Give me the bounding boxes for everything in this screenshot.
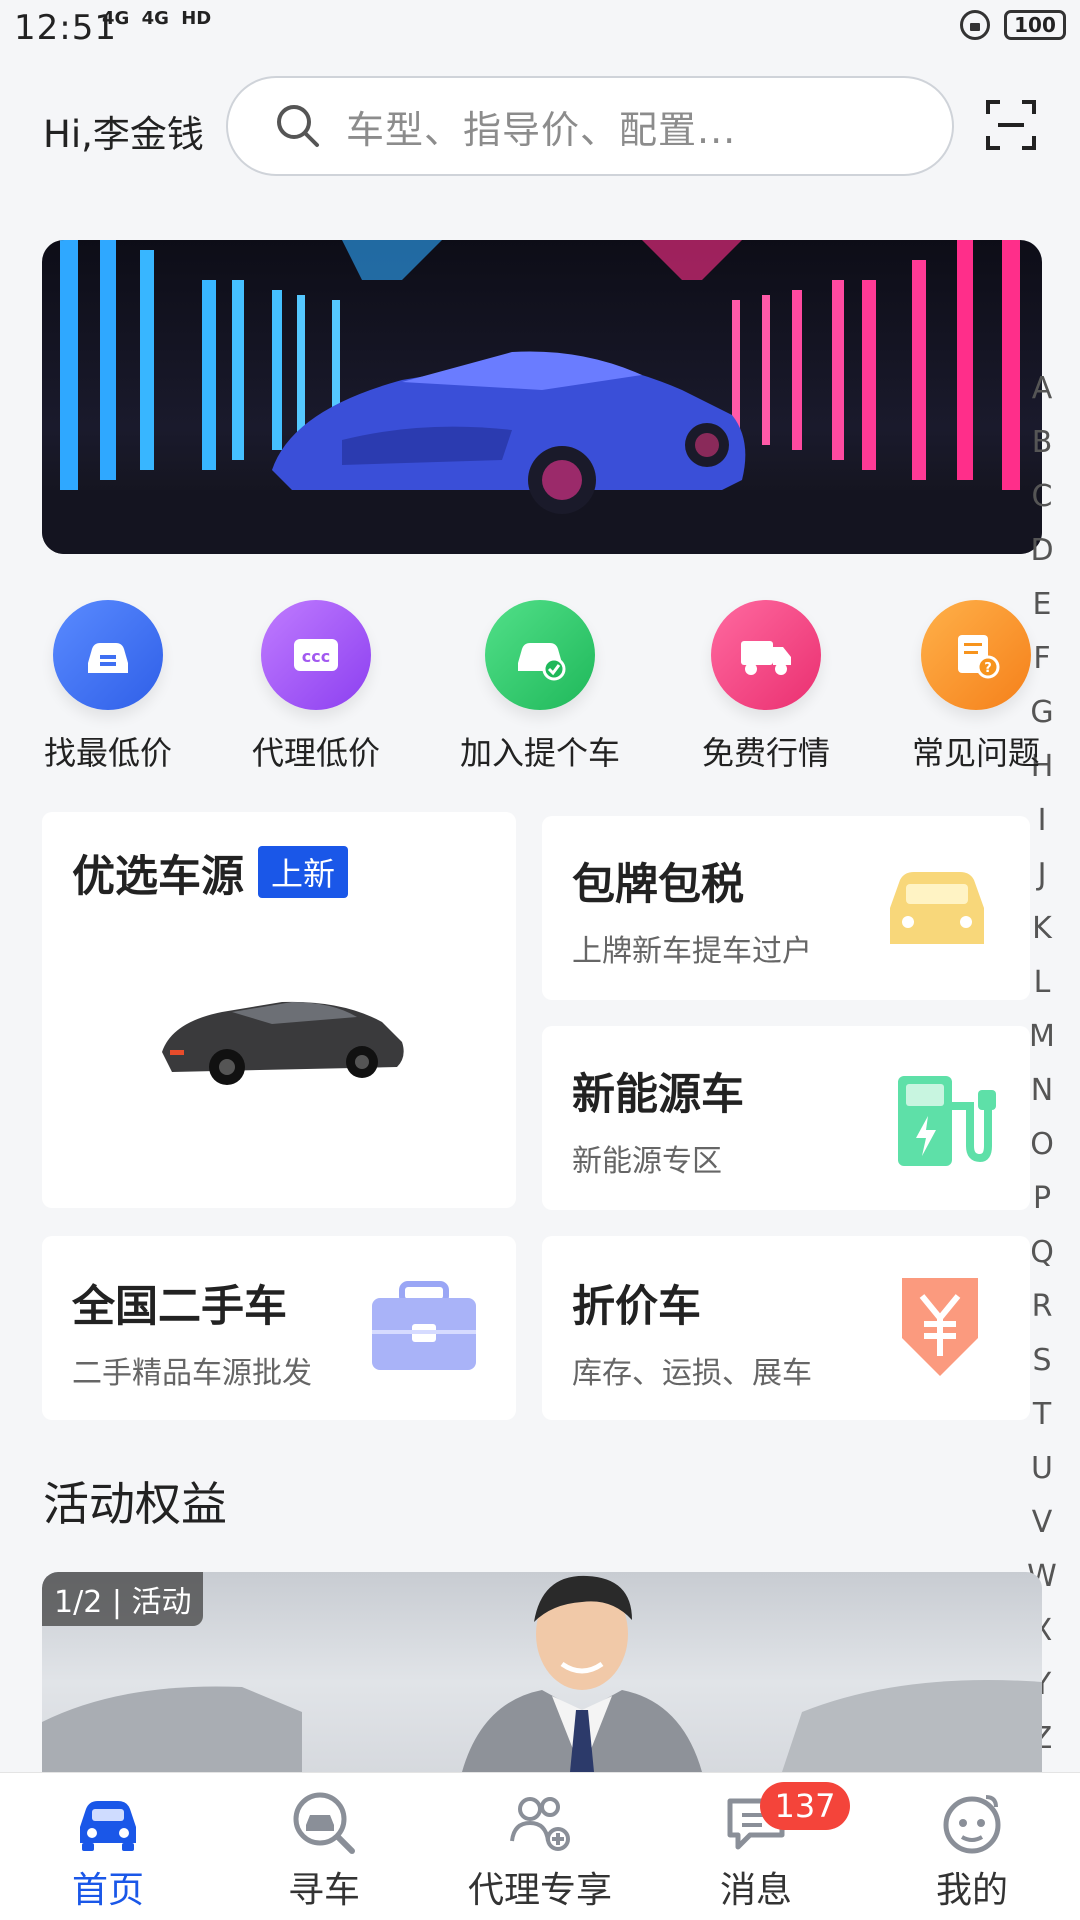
- nav-label: 首页: [71, 1870, 144, 1911]
- quick-agent-low-price[interactable]: ccc 代理低价: [216, 600, 416, 774]
- svg-text:?: ?: [984, 661, 992, 676]
- nav-label: 消息: [719, 1870, 792, 1911]
- profile-face-icon: [943, 1795, 1001, 1854]
- plate-card-title: 包牌包税: [572, 860, 744, 910]
- featured-card-title: 优选车源: [72, 852, 244, 902]
- quick-label: 找最低价: [43, 734, 172, 772]
- car-tag-icon: [53, 600, 163, 710]
- quick-label: 常见问题: [911, 734, 1040, 772]
- quick-find-lowest-price[interactable]: 找最低价: [8, 600, 208, 774]
- battery-indicator: 100: [1004, 10, 1066, 40]
- charging-station-icon: [898, 1076, 996, 1166]
- used-card-subtitle: 二手精品车源批发: [72, 1356, 312, 1391]
- alpha-letter[interactable]: V: [1024, 1496, 1060, 1550]
- ev-card-title: 新能源车: [572, 1070, 744, 1120]
- promo-banner[interactable]: [42, 240, 1042, 554]
- activity-page-tag: 1/2 | 活动: [42, 1572, 204, 1626]
- quick-label: 免费行情: [701, 734, 830, 772]
- alpha-letter[interactable]: U: [1024, 1442, 1060, 1496]
- rotation-lock-icon: [960, 10, 990, 40]
- quick-label: 加入提个车: [459, 734, 620, 772]
- quick-join-pickup[interactable]: 加入提个车: [440, 600, 640, 774]
- message-count-badge: 137: [760, 1782, 850, 1830]
- status-bar: 12:51 4G 4G HD 100: [0, 0, 1080, 54]
- greeting-text: Hi,李金钱: [43, 113, 204, 156]
- svg-text:ccc: ccc: [302, 647, 330, 666]
- bottom-navigation: 首页 寻车 代理专享 消息 我的: [0, 1772, 1080, 1920]
- search-placeholder: 车型、指导价、配置...: [346, 107, 737, 152]
- truck-icon: [711, 600, 821, 710]
- ccc-icon: ccc: [261, 600, 371, 710]
- nav-label: 代理专享: [467, 1870, 612, 1911]
- nav-agent-exclusive[interactable]: 代理专享: [432, 1773, 648, 1920]
- car-check-icon: [485, 600, 595, 710]
- car-search-icon: [293, 1792, 355, 1854]
- briefcase-icon: [372, 1281, 476, 1370]
- network-label-3: HD: [181, 8, 212, 29]
- discount-arrow-icon: [902, 1278, 978, 1376]
- car-front-icon: [80, 1801, 136, 1851]
- banner-car-image: [42, 240, 1042, 554]
- alpha-letter[interactable]: B: [1024, 416, 1060, 470]
- ev-card-subtitle: 新能源专区: [572, 1144, 722, 1179]
- discount-card-title: 折价车: [572, 1282, 701, 1332]
- network-label-2: 4G: [141, 8, 169, 29]
- nav-find-car[interactable]: 寻车: [216, 1773, 432, 1920]
- question-doc-icon: ?: [921, 600, 1031, 710]
- quick-label: 代理低价: [251, 734, 380, 772]
- network-indicators: 4G 4G HD: [102, 8, 217, 29]
- nav-label: 我的: [935, 1870, 1008, 1911]
- quick-faq[interactable]: ? 常见问题: [876, 600, 1076, 774]
- nav-profile[interactable]: 我的: [864, 1773, 1080, 1920]
- scan-icon[interactable]: [984, 98, 1038, 152]
- nav-home[interactable]: 首页: [0, 1773, 216, 1920]
- quick-free-market[interactable]: 免费行情: [666, 600, 866, 774]
- featured-car-image: [162, 1001, 404, 1085]
- used-card-title: 全国二手车: [72, 1282, 287, 1332]
- search-icon: [277, 105, 319, 147]
- new-badge: 上新: [258, 846, 348, 898]
- agent-people-icon: [510, 1797, 570, 1851]
- activity-section-title: 活动权益: [43, 1477, 227, 1531]
- status-right: 100: [960, 10, 1066, 40]
- discount-card-subtitle: 库存、运损、展车: [572, 1356, 812, 1391]
- search-bar[interactable]: 车型、指导价、配置...: [226, 76, 954, 176]
- alpha-letter[interactable]: D: [1024, 524, 1060, 578]
- alpha-letter[interactable]: A: [1024, 362, 1060, 416]
- nav-label: 寻车: [287, 1870, 360, 1911]
- activity-banner[interactable]: 1/2 | 活动: [42, 1572, 1042, 1772]
- plate-card-subtitle: 上牌新车提车过户: [572, 934, 812, 969]
- network-label-1: 4G: [102, 8, 130, 29]
- alpha-letter[interactable]: C: [1024, 470, 1060, 524]
- yellow-car-icon: [890, 872, 984, 944]
